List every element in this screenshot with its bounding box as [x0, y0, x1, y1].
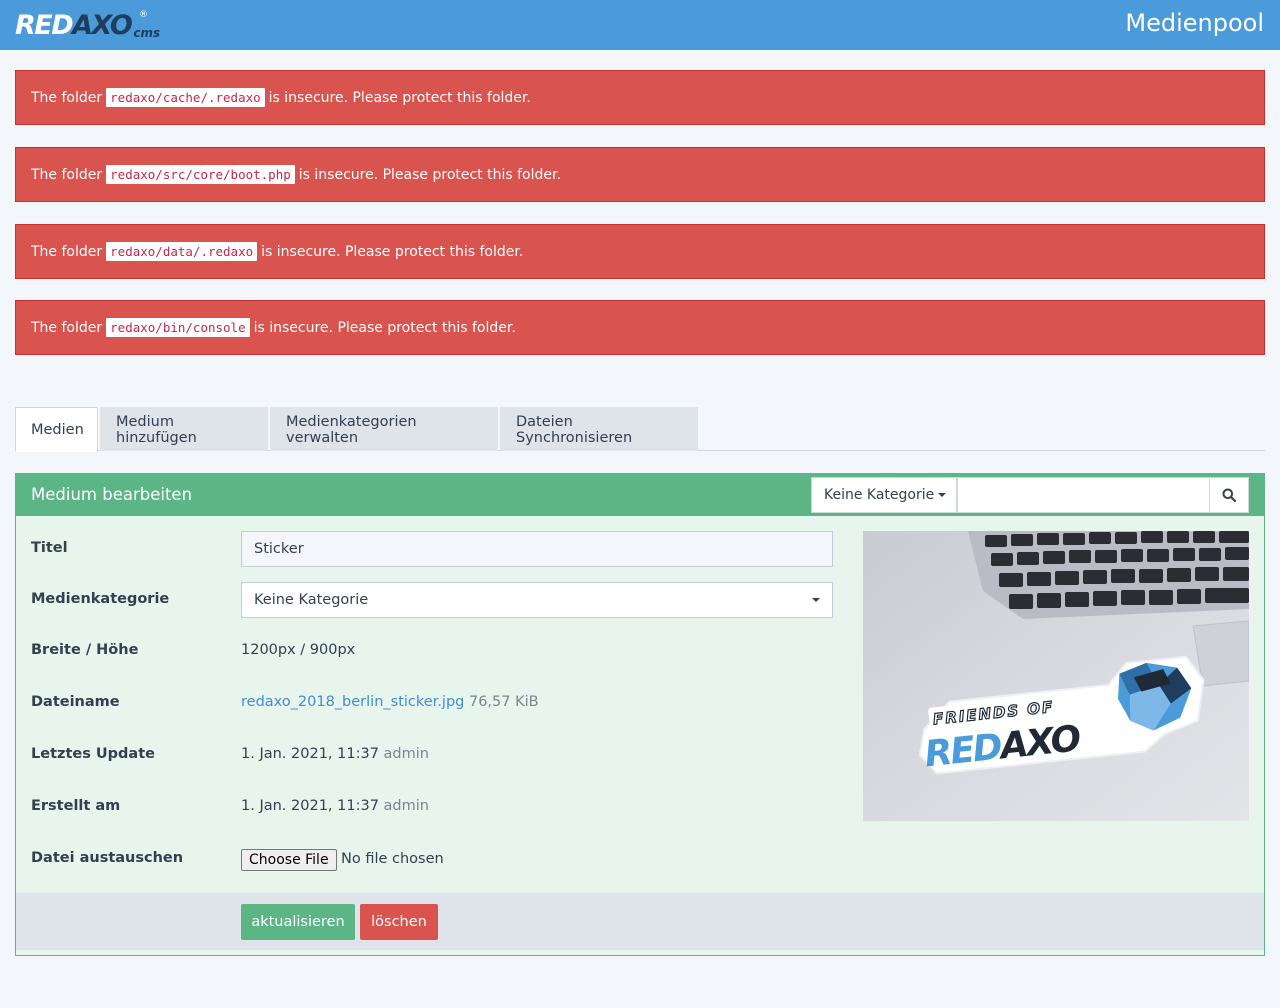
alert-text: is insecure. Please protect this folder.	[253, 319, 516, 336]
page-title: Medienpool	[1125, 9, 1264, 37]
update-button[interactable]: aktualisieren	[241, 904, 355, 940]
delete-button[interactable]: löschen	[360, 904, 438, 940]
created-user: admin	[383, 798, 429, 814]
category-filter-label: Keine Kategorie	[824, 487, 935, 503]
alert-text: The folder	[31, 243, 103, 260]
sticker-photo: FRIENDS OF REDAXO	[863, 531, 1249, 821]
alert-path: redaxo/cache/.redaxo	[106, 88, 265, 107]
redaxo-logo[interactable]: REDAXO ® cms	[15, 10, 160, 40]
title-label: Titel	[31, 540, 68, 556]
tab-medien[interactable]: Medien	[15, 407, 98, 452]
category-filter-dropdown[interactable]: Keine Kategorie	[811, 477, 957, 513]
tab-medium-hinzufuegen[interactable]: Medium hinzufügen	[100, 407, 268, 451]
search-icon	[1222, 488, 1236, 502]
form-footer: aktualisieren löschen	[16, 893, 1264, 950]
media-tabs: Medien Medium hinzufügen Medienkategorie…	[15, 407, 1265, 452]
category-label: Medienkategorie	[31, 591, 170, 607]
alert-text: The folder	[31, 319, 103, 336]
security-alert: The folder redaxo/data/.redaxo is insecu…	[15, 224, 1265, 279]
security-alert: The folder redaxo/cache/.redaxo is insec…	[15, 70, 1265, 125]
caret-down-icon	[938, 493, 947, 497]
media-preview-image: FRIENDS OF REDAXO	[863, 531, 1249, 821]
logo-cms-label: cms	[133, 26, 161, 40]
category-select[interactable]: Keine Kategorie	[241, 582, 833, 618]
tab-dateien-synchronisieren[interactable]: Dateien Synchronisieren	[500, 407, 698, 451]
tab-medienkategorien-verwalten[interactable]: Medienkategorien verwalten	[270, 407, 498, 451]
category-select-value: Keine Kategorie	[254, 592, 369, 608]
security-alert: The folder redaxo/src/core/boot.php is i…	[15, 147, 1265, 202]
alert-text: The folder	[31, 166, 103, 183]
search-button[interactable]	[1209, 477, 1249, 513]
alert-path: redaxo/bin/console	[106, 318, 250, 337]
choose-file-button[interactable]: Choose File	[241, 849, 337, 871]
created-value: 1. Jan. 2021, 11:37 admin	[241, 798, 429, 814]
top-header: REDAXO ® cms Medienpool	[0, 0, 1280, 50]
alert-text: is insecure. Please protect this folder.	[261, 243, 524, 260]
updated-value: 1. Jan. 2021, 11:37 admin	[241, 746, 429, 762]
updated-label: Letztes Update	[31, 746, 155, 762]
updated-date: 1. Jan. 2021, 11:37	[241, 746, 379, 762]
filesize-value: 76,57 KiB	[468, 694, 539, 710]
created-label: Erstellt am	[31, 798, 121, 814]
size-value: 1200px / 900px	[241, 642, 356, 658]
edit-media-panel: Medium bearbeiten Keine Kategorie Titel …	[15, 473, 1265, 956]
alert-path: redaxo/data/.redaxo	[106, 242, 258, 261]
filename-link[interactable]: redaxo_2018_berlin_sticker.jpg	[241, 694, 464, 710]
caret-down-icon	[812, 598, 820, 602]
panel-header: Medium bearbeiten Keine Kategorie	[16, 474, 1264, 516]
created-date: 1. Jan. 2021, 11:37	[241, 798, 379, 814]
logo-wordmark: REDAXO	[15, 10, 133, 41]
logo-registered-mark: ®	[139, 10, 148, 20]
panel-title: Medium bearbeiten	[31, 485, 193, 504]
filename-value: redaxo_2018_berlin_sticker.jpg 76,57 KiB	[241, 694, 539, 710]
no-file-text: No file chosen	[341, 851, 444, 867]
alert-path: redaxo/src/core/boot.php	[106, 165, 295, 184]
security-alert: The folder redaxo/bin/console is insecur…	[15, 300, 1265, 355]
replace-file-label: Datei austauschen	[31, 850, 184, 866]
size-label: Breite / Höhe	[31, 642, 139, 658]
search-input[interactable]	[957, 477, 1210, 513]
updated-user: admin	[383, 746, 429, 762]
alert-text: is insecure. Please protect this folder.	[268, 89, 531, 106]
title-input[interactable]: Sticker	[241, 531, 833, 567]
alert-text: is insecure. Please protect this folder.	[298, 166, 561, 183]
alert-text: The folder	[31, 89, 103, 106]
filename-label: Dateiname	[31, 694, 120, 710]
